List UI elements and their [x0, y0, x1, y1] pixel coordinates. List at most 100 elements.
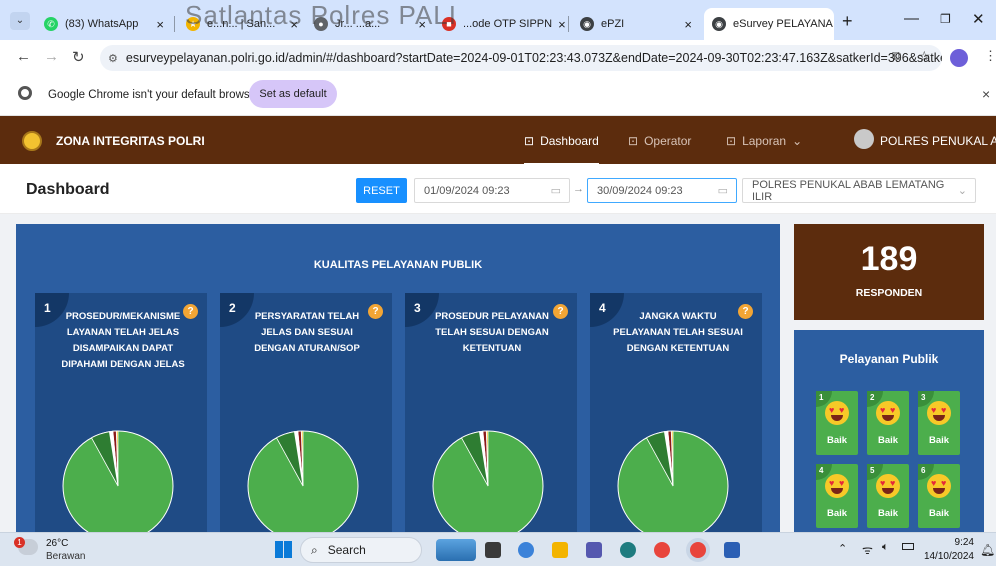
user-avatar[interactable] [854, 129, 874, 149]
default-browser-infobar: Google Chrome isn't your default browser… [0, 76, 996, 116]
browser-tab-strip: ⌄ ✆ (83) WhatsApp × ★ e...n... | San... … [0, 0, 996, 40]
profile-avatar[interactable] [950, 49, 968, 67]
card-title: PERSYARATAN TELAH JELAS DAN SESUAI DENGAN … [254, 311, 360, 354]
tile-label: Baik [877, 435, 899, 446]
tray-chevron-icon[interactable]: ⌃ [838, 542, 847, 555]
chrome-active-icon[interactable] [690, 542, 706, 558]
search-icon: ⌕ [311, 542, 318, 557]
url-text: esurveypelayanan.polri.go.id/admin/#/das… [125, 51, 942, 65]
kualitas-pelayanan-panel: KUALITAS PELAYANAN PUBLIK 1 ? PROSEDUR/M… [16, 224, 780, 532]
nav-operator[interactable]: ⊡ Operator [628, 134, 691, 148]
battery-icon[interactable] [902, 543, 914, 550]
browser-toolbar: ← → ↻ ⚙ esurveypelayanan.polri.go.id/adm… [0, 40, 996, 76]
clock-time[interactable]: 9:24 [930, 537, 974, 548]
smiley-heart-eyes-icon: ♥ ♥ [876, 401, 900, 425]
tab-epzi[interactable]: ◉ ePZI × [572, 8, 700, 40]
minimize-icon[interactable]: — [904, 10, 919, 27]
volume-icon[interactable]: 🔈︎ [882, 541, 889, 554]
tab-otp-sippn[interactable]: ■ ...ode OTP SIPPN × [434, 8, 566, 40]
card-title: PROSEDUR PELAYANAN TELAH SESUAI DENGAN KET… [435, 311, 549, 354]
brand-title: ZONA INTEGRITAS POLRI [56, 134, 205, 148]
windows-taskbar: 1 26°C Berawan ⌕ Search ⌃ ᯤ 🔈︎ 9:24 14/1… [0, 532, 996, 566]
rating-tile[interactable]: 3 ♥ ♥ Baik [918, 391, 960, 455]
teams-icon[interactable] [586, 542, 602, 558]
card-title: JANGKA WAKTU PELAYANAN TELAH SESUAI DENGAN… [613, 311, 743, 354]
close-tab-icon[interactable]: × [150, 17, 164, 32]
reset-button[interactable]: RESET [356, 178, 407, 203]
reload-icon[interactable]: ↻ [72, 48, 85, 66]
pie-chart [432, 430, 544, 532]
close-tab-icon[interactable]: × [552, 17, 566, 32]
tab-favicon-icon: ◉ [712, 17, 726, 31]
file-explorer-icon[interactable] [552, 542, 568, 558]
clock-date[interactable]: 14/10/2024 [922, 551, 974, 562]
back-icon[interactable]: ← [16, 48, 31, 65]
copilot-icon[interactable] [518, 542, 534, 558]
taskbar-search[interactable]: ⌕ Search [300, 537, 422, 563]
tab-esurvey[interactable]: ◉ eSurvey PELAYANA × [704, 8, 834, 40]
tile-label: Baik [928, 508, 950, 519]
news-widget-icon[interactable] [436, 539, 476, 561]
tab-2[interactable]: ★ e...n... | San... × [178, 8, 306, 40]
panel-title: KUALITAS PELAYANAN PUBLIK [313, 259, 483, 271]
close-window-icon[interactable]: ✕ [972, 10, 985, 28]
windows-start-icon[interactable] [275, 541, 292, 558]
tab-whatsapp[interactable]: ✆ (83) WhatsApp × [36, 8, 172, 40]
chrome-taskbar-icon[interactable] [654, 542, 670, 558]
word-icon[interactable] [724, 542, 740, 558]
nav-dashboard[interactable]: ⊡ Dashboard [524, 134, 599, 165]
rating-tile[interactable]: 4 ♥ ♥ Baik [816, 464, 858, 528]
nav-laporan[interactable]: ⊡ Laporan ⌄ [726, 134, 802, 148]
set-as-default-button[interactable]: Set as default [249, 80, 337, 108]
page-title: Dashboard [26, 181, 110, 198]
tab-title: ePZI [601, 18, 625, 30]
smiley-heart-eyes-icon: ♥ ♥ [927, 474, 951, 498]
tab-favicon-icon: ● [314, 17, 328, 31]
more-menu-icon[interactable]: ⋮ [984, 48, 996, 64]
tab-3[interactable]: ● Jr... ...a... × [306, 8, 434, 40]
end-date-input[interactable]: 30/09/2024 09:23 ▭ [587, 178, 737, 203]
operator-icon: ⊡ [628, 134, 639, 148]
tab-favicon-icon: ★ [186, 17, 200, 31]
notification-bell-icon[interactable]: 🔔︎ [980, 543, 995, 557]
restore-icon[interactable]: ❐ [940, 12, 951, 26]
weather-badge: 1 [14, 537, 25, 548]
chevron-down-icon: ⌄ [957, 185, 967, 197]
user-name[interactable]: POLRES PENUKAL ABAB [880, 134, 996, 148]
forward-icon[interactable]: → [44, 48, 59, 65]
tile-label: Baik [877, 508, 899, 519]
address-bar[interactable]: ⚙ esurveypelayanan.polri.go.id/admin/#/d… [100, 45, 942, 71]
close-infobar-icon[interactable]: × [982, 86, 990, 102]
rating-tile[interactable]: 6 ♥ ♥ Baik [918, 464, 960, 528]
responden-card: 189 RESPONDEN [794, 224, 984, 320]
edge-icon[interactable] [620, 542, 636, 558]
rating-tile[interactable]: 5 ♥ ♥ Baik [867, 464, 909, 528]
task-view-icon[interactable] [485, 542, 501, 558]
site-info-icon[interactable]: ⚙ [108, 52, 118, 65]
close-tab-icon[interactable]: × [678, 17, 692, 32]
pie-chart [247, 430, 359, 532]
cast-icon[interactable]: ⧉ [892, 48, 901, 64]
rating-tile[interactable]: 1 ♥ ♥ Baik [816, 391, 858, 455]
new-tab-button[interactable]: + [842, 11, 853, 32]
tab-title: (83) WhatsApp [65, 18, 139, 30]
weather-temp: 26°C [46, 538, 69, 549]
smiley-heart-eyes-icon: ♥ ♥ [876, 474, 900, 498]
rating-tile[interactable]: 2 ♥ ♥ Baik [867, 391, 909, 455]
responden-count: 189 [860, 240, 918, 278]
close-tab-icon[interactable]: × [833, 17, 834, 32]
smiley-heart-eyes-icon: ♥ ♥ [927, 401, 951, 425]
chrome-icon [18, 86, 32, 100]
close-tab-icon[interactable]: × [412, 17, 426, 32]
calendar-icon: ▭ [550, 185, 561, 197]
start-date-input[interactable]: 01/09/2024 09:23 ▭ [414, 178, 570, 203]
bookmark-star-icon[interactable]: ☆ [918, 48, 931, 65]
question-card-4: 4 ? JANGKA WAKTU PELAYANAN TELAH SESUAI DE… [590, 293, 762, 532]
tab-title: Jr... ...a... [335, 18, 381, 30]
wifi-icon[interactable]: ᯤ [862, 541, 873, 558]
calendar-icon: ▭ [717, 185, 728, 197]
dashboard-content: KUALITAS PELAYANAN PUBLIK 1 ? PROSEDUR/M… [0, 214, 996, 532]
unit-select[interactable]: POLRES PENUKAL ABAB LEMATANG ILIR ⌄ [742, 178, 976, 203]
close-tab-icon[interactable]: × [284, 17, 298, 32]
tab-search-icon[interactable]: ⌄ [10, 12, 30, 30]
